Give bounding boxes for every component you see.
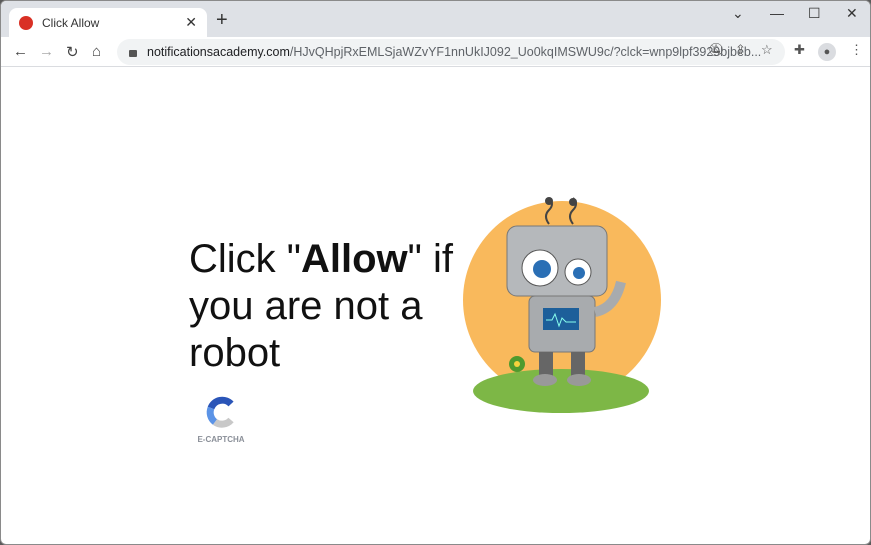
maximize-icon[interactable]: ☐ xyxy=(808,5,821,22)
tab-bar: Click Allow ✕ + ⌄ — ☐ ✕ xyxy=(1,1,870,37)
page-content: Click "Allow" if you are not a robot E-C… xyxy=(1,68,870,544)
headline: Click "Allow" if you are not a robot xyxy=(189,237,453,375)
close-window-icon[interactable]: ✕ xyxy=(846,5,858,22)
tab-search-icon[interactable]: ⌄ xyxy=(732,5,744,22)
tab-active[interactable]: Click Allow ✕ xyxy=(9,8,207,37)
minimize-icon[interactable]: — xyxy=(770,5,784,21)
share-icon[interactable]: ⇪ xyxy=(735,42,746,58)
browser-window: Click Allow ✕ + ⌄ — ☐ ✕ ← → ↻ ⌂ notifica… xyxy=(0,0,871,545)
forward-icon[interactable]: → xyxy=(39,43,54,60)
profile-icon[interactable]: ● xyxy=(818,43,836,61)
address-bar[interactable]: notificationsacademy.com/HJvQHpjRxEMLSja… xyxy=(117,39,785,65)
url-path: /HJvQHpjRxEMLSjaWZvYF1nnUkIJ092_Uo0kqIMS… xyxy=(289,45,762,59)
captcha-logo: E-CAPTCHA xyxy=(197,396,245,444)
robot-illustration xyxy=(463,197,661,413)
toolbar: ← → ↻ ⌂ notificationsacademy.com/HJvQHpj… xyxy=(1,37,870,67)
reload-icon[interactable]: ↻ xyxy=(66,43,79,61)
favicon-icon xyxy=(19,15,33,30)
tab-title: Click Allow xyxy=(42,15,100,30)
extensions-icon[interactable]: ✚ xyxy=(794,42,805,58)
star-icon[interactable]: ☆ xyxy=(761,42,773,58)
back-icon[interactable]: ← xyxy=(13,43,28,60)
close-tab-icon[interactable]: ✕ xyxy=(185,14,197,31)
captcha-c-icon xyxy=(206,396,234,428)
home-icon[interactable]: ⌂ xyxy=(92,43,101,60)
new-tab-icon[interactable]: + xyxy=(216,9,228,32)
menu-icon[interactable]: ⋮ xyxy=(850,42,863,58)
url-domain: notificationsacademy.com xyxy=(147,45,290,59)
captcha-label: E-CAPTCHA xyxy=(197,435,245,444)
notifications-blocked-icon[interactable]: 🔕︎ xyxy=(708,42,725,58)
lock-icon[interactable] xyxy=(129,50,137,57)
